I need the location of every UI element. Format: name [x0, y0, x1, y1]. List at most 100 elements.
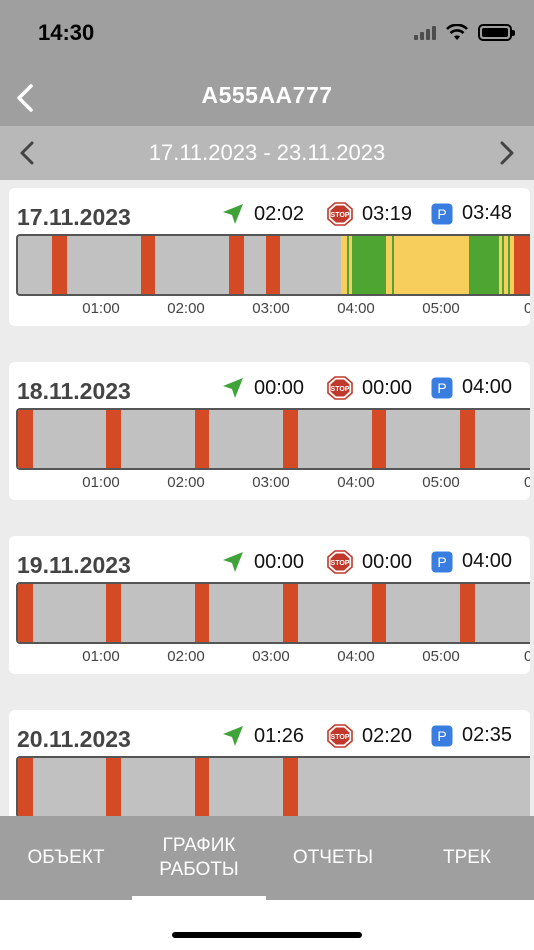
stop-time: 00:00	[362, 376, 413, 399]
time-tick-label: 06	[524, 474, 530, 491]
parking-letter: P	[437, 728, 446, 744]
day-card[interactable]: 18.11.2023 00:00 STOP 00:00 P 04:00 01:0…	[9, 362, 530, 500]
parking-time-stat: P 04:00	[431, 550, 512, 573]
parking-icon: P	[431, 203, 453, 224]
activity-timeline[interactable]	[16, 582, 530, 644]
parking-time: 04:00	[462, 376, 513, 398]
parking-letter: P	[437, 380, 446, 396]
move-time: 00:00	[254, 376, 305, 399]
time-tick-label: 05:00	[422, 474, 460, 491]
time-tick-label: 05:00	[422, 648, 460, 665]
parking-icon: P	[431, 551, 453, 572]
home-area	[0, 900, 534, 950]
timeline-segment-red	[371, 584, 387, 642]
timeline-segment-red	[106, 758, 121, 816]
stop-time-stat: STOP 03:19	[327, 202, 412, 226]
wifi-icon	[446, 24, 468, 40]
time-tick-label: 02:00	[167, 300, 205, 317]
timeline-segment-red	[18, 584, 33, 642]
parking-letter: P	[437, 206, 446, 222]
stop-time-stat: STOP 00:00	[327, 376, 412, 400]
time-tick-label: 04:00	[337, 474, 375, 491]
timeline-segment-red	[371, 410, 387, 468]
timeline-segment-green	[508, 236, 511, 294]
move-time-stat: 01:26	[221, 724, 304, 748]
timeline-segment-red	[140, 236, 156, 294]
parking-time: 02:35	[462, 724, 513, 746]
timeline-segment-red	[194, 584, 210, 642]
time-tick-label: 06	[524, 300, 530, 317]
timeline-segment-red	[18, 410, 33, 468]
timeline-segment-green	[346, 236, 349, 294]
parking-letter: P	[437, 554, 446, 570]
time-tick-label: 01:00	[82, 648, 120, 665]
move-time: 00:00	[254, 550, 305, 573]
day-card[interactable]: 19.11.2023 00:00 STOP 00:00 P 04:00 01:0…	[9, 536, 530, 674]
time-tick-label: 01:00	[82, 300, 120, 317]
date-range-bar: 17.11.2023 - 23.11.2023	[0, 126, 534, 180]
timeline-segment-green	[352, 236, 386, 294]
parking-time-stat: P 02:35	[431, 724, 512, 747]
time-tick-label: 02:00	[167, 648, 205, 665]
tab-label: ГРАФИК РАБОТЫ	[159, 835, 239, 880]
timeline-segment-red	[460, 410, 475, 468]
status-bar: 14:30	[0, 0, 534, 70]
navigation-bar: А555АА777	[0, 70, 534, 126]
time-tick-label: 04:00	[337, 648, 375, 665]
activity-timeline[interactable]	[16, 756, 530, 816]
time-tick-label: 03:00	[252, 300, 290, 317]
stop-sign-text: STOP	[331, 212, 350, 219]
tab-track[interactable]: ТРЕК	[400, 816, 534, 900]
cellular-signal-icon	[414, 25, 436, 40]
time-tick-label: 03:00	[252, 648, 290, 665]
time-tick-label: 04:00	[337, 300, 375, 317]
day-card[interactable]: 17.11.2023 02:02 STOP 03:19 P 03:48 01:0…	[9, 188, 530, 326]
next-week-button[interactable]	[492, 136, 522, 170]
parking-time-stat: P 04:00	[431, 376, 512, 399]
tab-label: ОТЧЕТЫ	[292, 847, 374, 868]
stop-time: 00:00	[362, 550, 413, 573]
timeline-segment-red	[106, 584, 121, 642]
timeline-segment-red	[283, 410, 298, 468]
activity-timeline[interactable]	[16, 234, 530, 296]
time-tick-label: 03:00	[252, 474, 290, 491]
stop-time-stat: STOP 02:20	[327, 724, 412, 748]
parking-icon: P	[431, 377, 453, 398]
move-time: 01:26	[254, 724, 305, 747]
home-indicator[interactable]	[172, 932, 362, 938]
parking-time-stat: P 03:48	[431, 202, 512, 225]
time-tick-label: 05:00	[422, 300, 460, 317]
stop-time: 02:20	[362, 724, 413, 747]
parking-time: 03:48	[462, 202, 513, 224]
tab-work-schedule[interactable]: ГРАФИК РАБОТЫ	[132, 816, 266, 900]
timeline-segment-green	[392, 236, 395, 294]
day-card[interactable]: 20.11.2023 01:26 STOP 02:20 P 02:35	[9, 710, 530, 816]
stop-sign-icon: STOP	[327, 724, 353, 748]
activity-timeline[interactable]	[16, 408, 530, 470]
timeline-segment-red	[460, 584, 475, 642]
move-time-stat: 00:00	[221, 550, 304, 574]
tab-bar: ОБЪЕКТ ГРАФИК РАБОТЫ ОТЧЕТЫ ТРЕК	[0, 816, 534, 900]
move-time-stat: 00:00	[221, 376, 304, 400]
timeline-segment-green	[501, 236, 504, 294]
stop-sign-text: STOP	[331, 386, 350, 393]
parking-icon: P	[431, 725, 453, 746]
date-range-label: 17.11.2023 - 23.11.2023	[148, 140, 386, 165]
tab-label: ОБЪЕКТ	[27, 847, 105, 868]
tab-label: ТРЕК	[442, 847, 492, 868]
timeline-segment-red	[265, 236, 280, 294]
schedule-list[interactable]: 17.11.2023 02:02 STOP 03:19 P 03:48 01:0…	[0, 180, 534, 816]
stop-sign-text: STOP	[331, 560, 350, 567]
timeline-segment-red	[229, 236, 244, 294]
stop-time-stat: STOP 00:00	[327, 550, 412, 574]
day-date: 19.11.2023	[17, 552, 131, 578]
status-time: 14:30	[38, 20, 95, 45]
timeline-segment-red	[18, 758, 33, 816]
time-tick-label: 02:00	[167, 474, 205, 491]
move-time-stat: 02:02	[221, 202, 304, 226]
navigation-arrow-icon	[223, 552, 243, 572]
stop-time: 03:19	[362, 202, 413, 225]
tab-reports[interactable]: ОТЧЕТЫ	[266, 816, 400, 900]
tab-object[interactable]: ОБЪЕКТ	[0, 816, 132, 900]
navigation-arrow-icon	[223, 378, 243, 398]
